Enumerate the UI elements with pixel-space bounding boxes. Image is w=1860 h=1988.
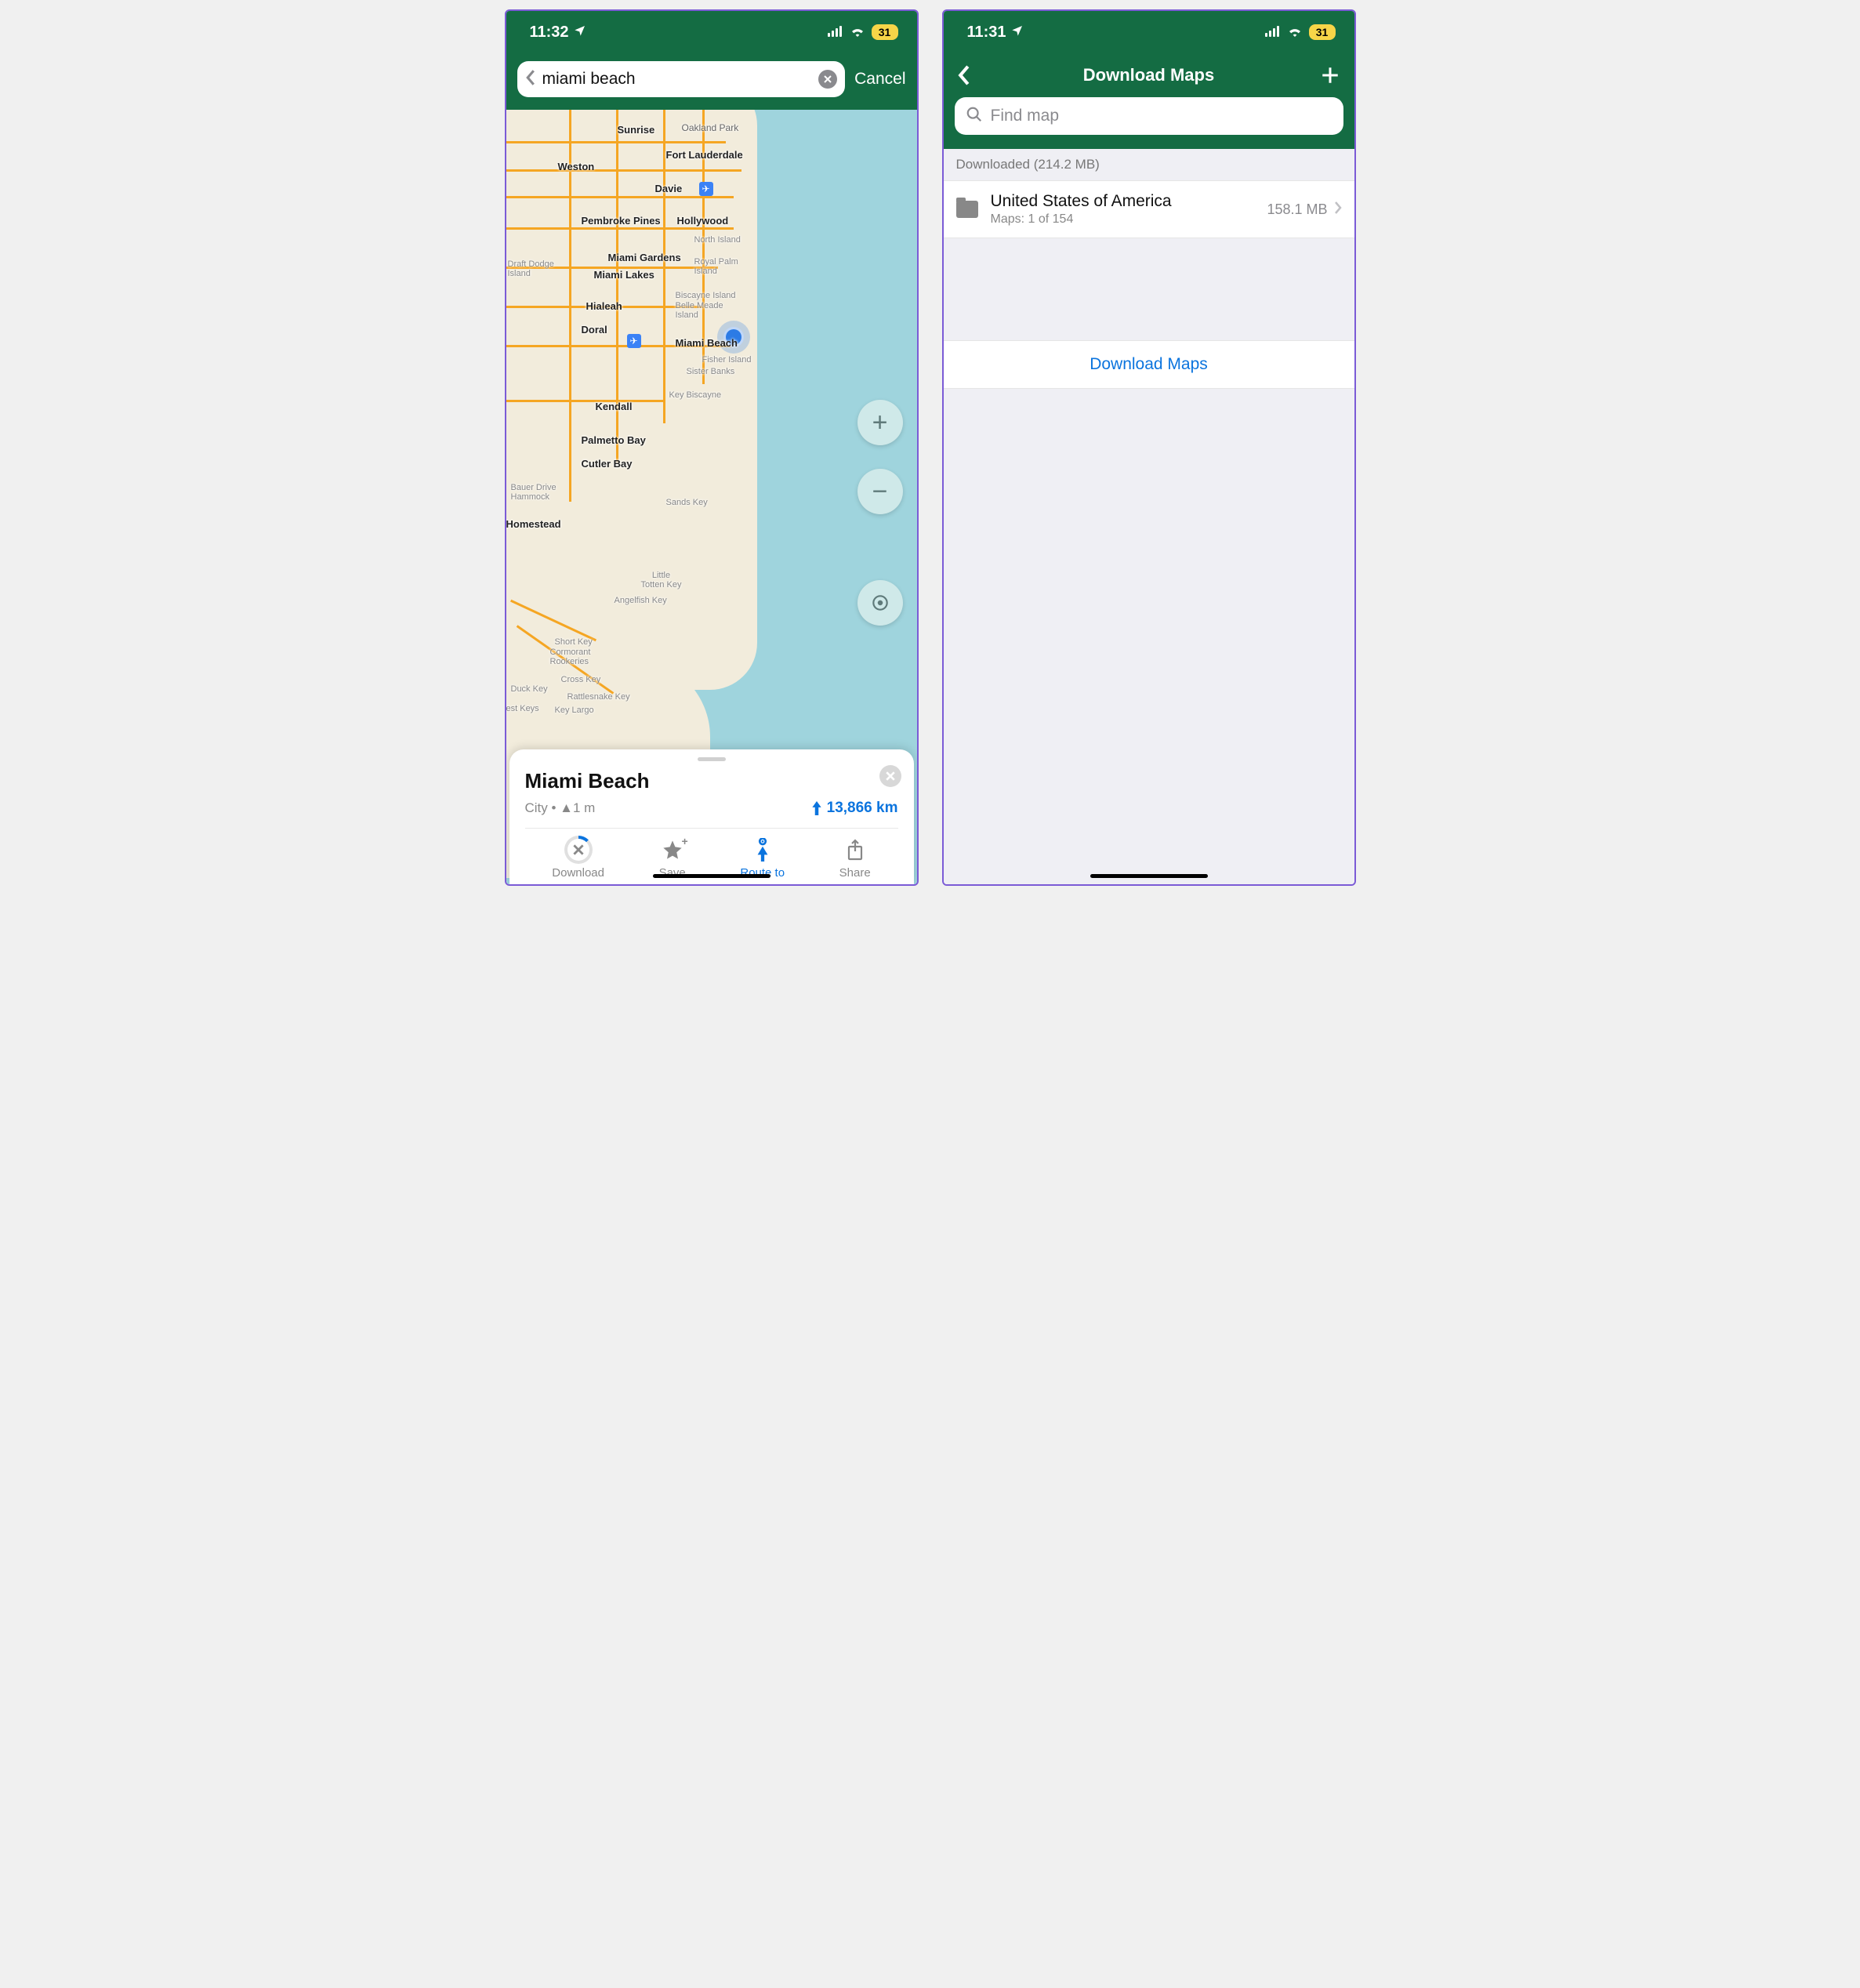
map-label: Hialeah: [586, 300, 622, 312]
road: [663, 110, 665, 423]
road: [506, 227, 734, 230]
cancel-button[interactable]: Cancel: [854, 70, 905, 89]
map-label: Bauer Drive Hammock: [511, 483, 557, 502]
status-bar: 11:31 31: [944, 11, 1354, 53]
map-label: Hollywood: [677, 215, 729, 227]
signal-icon: [828, 24, 843, 42]
map-label: Miami Lakes: [594, 269, 654, 281]
download-maps-link[interactable]: Download Maps: [944, 340, 1354, 389]
star-icon: [662, 839, 683, 861]
map-label: Royal Palm Island: [694, 257, 738, 276]
map-label: Cutler Bay: [582, 458, 633, 470]
search-icon: [966, 106, 983, 127]
map-label: Duck Key: [511, 684, 548, 694]
map-label: Kendall: [596, 401, 633, 412]
chevron-right-icon: [1334, 201, 1342, 218]
route-icon: [754, 838, 771, 862]
map-label: Davie: [655, 183, 683, 194]
map-label: Cormorant Rookeries: [550, 648, 591, 666]
nav-bar: Download Maps: [944, 53, 1354, 97]
signal-icon: [1265, 24, 1281, 42]
home-indicator: [653, 874, 770, 878]
download-button[interactable]: Download: [552, 838, 604, 880]
battery-icon: 31: [872, 24, 898, 40]
location-icon: [574, 24, 586, 42]
map-label: Cross Key: [561, 675, 601, 684]
share-icon: [846, 839, 865, 861]
search-box[interactable]: [517, 61, 846, 97]
status-bar: 11:32 31: [506, 11, 917, 53]
map-label: Rattlesnake Key: [567, 692, 630, 702]
map-label: Short Key: [555, 637, 593, 647]
nav-title: Download Maps: [983, 65, 1315, 85]
list-body: Downloaded (214.2 MB) United States of A…: [944, 149, 1354, 884]
map-label: Sands Key: [666, 498, 708, 507]
row-subtitle: Maps: 1 of 154: [991, 212, 1255, 227]
phone-right: 11:31 31 Download Maps: [942, 9, 1356, 886]
row-title: United States of America: [991, 192, 1255, 211]
map-label: Miami Gardens: [608, 252, 681, 263]
map-label: Key Biscayne: [669, 390, 722, 400]
map-label: Sister Banks: [687, 367, 735, 376]
country-row[interactable]: United States of America Maps: 1 of 154 …: [944, 180, 1354, 238]
status-time: 11:31: [967, 24, 1006, 42]
map-label: Weston: [558, 161, 595, 172]
download-progress-icon: [564, 836, 593, 864]
map-label: Miami Beach: [676, 337, 738, 349]
road: [506, 196, 734, 198]
share-button[interactable]: Share: [839, 838, 871, 880]
map-label: Fisher Island: [702, 355, 752, 365]
chevron-left-icon[interactable]: [525, 70, 536, 89]
map-label: Homestead: [506, 518, 561, 530]
map-label: Draft Dodge Island: [508, 259, 554, 278]
map-label: Pembroke Pines: [582, 215, 661, 227]
find-box[interactable]: [955, 97, 1343, 135]
place-sheet: Miami Beach City • ▲1 m 13,866 km Downlo…: [509, 749, 914, 884]
close-icon[interactable]: [879, 765, 901, 787]
place-subtitle: City • ▲1 m: [525, 800, 596, 816]
status-time: 11:32: [530, 24, 569, 42]
map-label: Palmetto Bay: [582, 434, 646, 446]
locate-button[interactable]: [857, 580, 903, 626]
sheet-grabber[interactable]: [698, 757, 726, 761]
map-label: Doral: [582, 324, 607, 336]
phone-left: 11:32 31 Cancel: [505, 9, 919, 886]
map-label: Oakland Park: [682, 122, 739, 133]
zoom-out-button[interactable]: −: [857, 469, 903, 514]
map-label: Angelfish Key: [615, 596, 667, 605]
location-icon: [1011, 24, 1024, 42]
zoom-in-button[interactable]: +: [857, 400, 903, 445]
place-distance: 13,866 km: [811, 800, 898, 817]
map-label: Sunrise: [618, 124, 655, 136]
map-label: Little Totten Key: [641, 571, 682, 590]
map-label: North Island: [694, 235, 741, 245]
place-title: Miami Beach: [525, 769, 898, 793]
wifi-icon: [1287, 24, 1303, 42]
map-label: Belle Meade Island: [676, 301, 723, 320]
folder-icon: [956, 201, 978, 218]
map-label: Key Largo: [555, 706, 594, 715]
action-label: Download: [552, 866, 604, 880]
map-label: Biscayne Island: [676, 291, 736, 300]
map-label: Fort Lauderdale: [666, 149, 743, 161]
wifi-icon: [850, 24, 865, 42]
map-label: est Keys: [506, 704, 539, 713]
find-input[interactable]: [991, 107, 1332, 125]
road: [506, 400, 663, 402]
road: [506, 169, 741, 172]
airport-icon: ✈: [627, 334, 641, 348]
home-indicator: [1090, 874, 1208, 878]
battery-icon: 31: [1309, 24, 1336, 40]
section-label: Downloaded (214.2 MB): [944, 149, 1354, 180]
row-size: 158.1 MB: [1267, 201, 1327, 218]
back-button[interactable]: [958, 65, 983, 85]
find-header: [944, 97, 1354, 149]
airport-icon: ✈: [699, 182, 713, 196]
search-input[interactable]: [542, 70, 813, 89]
search-header: Cancel: [506, 53, 917, 110]
add-button[interactable]: [1315, 65, 1340, 85]
action-label: Share: [839, 866, 871, 880]
clear-icon[interactable]: [818, 70, 837, 89]
arrow-up-icon: [811, 801, 822, 815]
